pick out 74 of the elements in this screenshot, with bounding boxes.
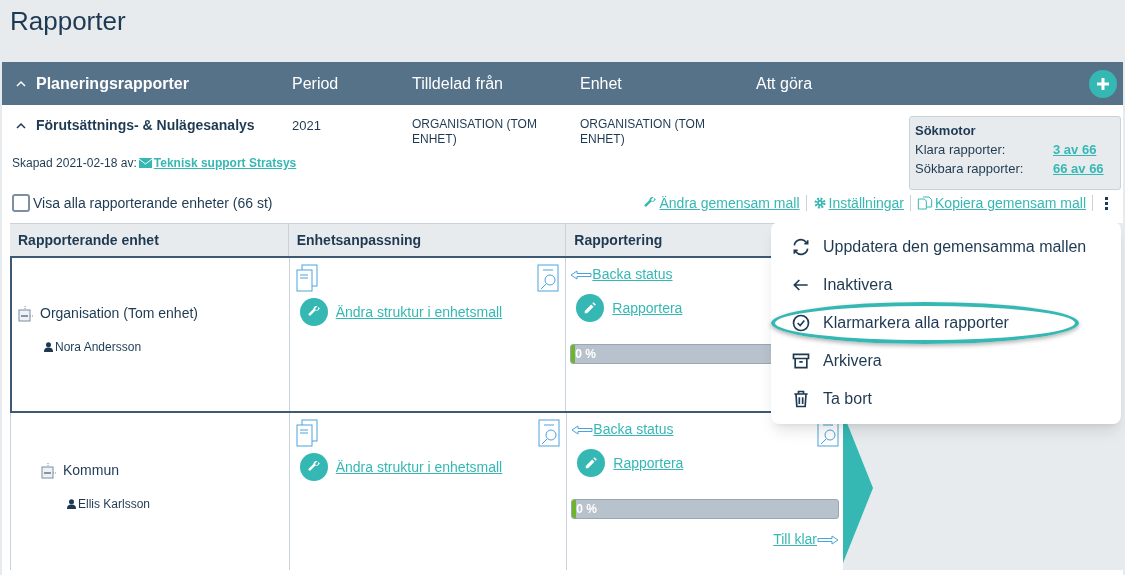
person-name: Nora Andersson: [55, 339, 142, 356]
period-value: 2021: [292, 118, 321, 133]
unit-name[interactable]: Kommun: [63, 460, 120, 481]
collapse-node-icon[interactable]: [41, 462, 57, 479]
back-status-link[interactable]: Backa status: [593, 419, 674, 440]
arrow-right-icon: [817, 534, 839, 545]
pencil-icon: [576, 294, 605, 322]
column-header: Rapporterande enhet: [18, 230, 159, 250]
collapse-node-icon[interactable]: [18, 305, 34, 322]
check-circle-icon: [791, 313, 811, 333]
unit-value: ORGANISATION (TOM ENHET): [580, 117, 705, 146]
column-header: Rapportering: [574, 230, 663, 250]
person-icon: [44, 342, 53, 352]
menu-item[interactable]: Klarmarkera alla rapporter: [771, 304, 1121, 342]
menu-label: Klarmarkera alla rapporter: [823, 313, 1009, 333]
action-link[interactable]: Kopiera gemensam mall: [935, 192, 1086, 214]
copy-icon: [917, 196, 934, 210]
person-icon: [67, 499, 76, 509]
arrow-left-icon: [571, 424, 594, 435]
created-label: Skapad 2021-02-18 av:: [12, 155, 137, 172]
adapt-link[interactable]: Ändra struktur i enhetsmall: [335, 456, 503, 478]
stat-label: Klara rapporter:: [915, 141, 1007, 159]
action-link[interactable]: Ändra gemensam mall: [659, 192, 800, 214]
plus-icon: [1096, 76, 1110, 91]
back-status-link[interactable]: Backa status: [592, 264, 673, 285]
menu-item[interactable]: Ta bort: [771, 380, 1121, 418]
panel-title: Sökmotor: [915, 122, 977, 140]
mail-icon: [138, 158, 152, 168]
documents-icon[interactable]: [295, 419, 318, 447]
creator-link[interactable]: Teknisk support Stratsys: [153, 154, 297, 172]
menu-item[interactable]: Uppdatera den gemensamma mallen: [771, 228, 1121, 266]
column-header: Period: [292, 74, 339, 92]
checkbox[interactable]: [12, 194, 30, 212]
column-header: Planeringsrapporter: [36, 73, 189, 94]
caret-icon[interactable]: [16, 121, 26, 130]
report-link[interactable]: Rapportera: [612, 297, 683, 319]
report-name: Förutsättnings- & Nulägesanalys: [36, 116, 255, 135]
assigned-from-value: ORGANISATION (TOM ENHET): [412, 117, 537, 146]
report-link[interactable]: Rapportera: [613, 452, 684, 474]
wrench-icon: [299, 298, 328, 326]
menu-label: Inaktivera: [823, 275, 893, 295]
checkbox-label: Visa alla rapporterande enheter (66 st): [33, 193, 273, 213]
documents-icon[interactable]: [295, 264, 318, 292]
column-header: Att göra: [756, 74, 813, 92]
menu-label: Arkivera: [823, 351, 882, 371]
stat-link[interactable]: 66 av 66: [1053, 159, 1104, 178]
menu-item[interactable]: Arkivera: [771, 342, 1121, 380]
action-link[interactable]: Inställningar: [828, 192, 905, 214]
menu-label: Uppdatera den gemensamma mallen: [823, 237, 1087, 257]
add-button[interactable]: [1089, 69, 1117, 98]
menu-label: Ta bort: [823, 389, 872, 409]
archive-icon: [791, 351, 811, 371]
refresh-icon: [791, 237, 811, 257]
trash-icon: [791, 389, 811, 409]
progress-label: 0 %: [576, 501, 598, 518]
document-search-icon[interactable]: [538, 419, 561, 447]
page-title: Rapporter: [10, 5, 126, 38]
menu-item[interactable]: Inaktivera: [771, 266, 1121, 304]
wrench-icon: [643, 196, 658, 210]
person-name: Ellis Karlsson: [78, 496, 151, 513]
column-header: Tilldelad från: [412, 74, 503, 92]
unit-name[interactable]: Organisation (Tom enhet): [40, 303, 198, 324]
arrow-left-icon: [570, 269, 593, 280]
pencil-icon: [577, 449, 606, 477]
wrench-icon: [299, 453, 328, 481]
progress-label: 0 %: [575, 346, 597, 363]
column-header: Enhetsanpassning: [296, 230, 422, 250]
document-search-icon[interactable]: [537, 264, 560, 292]
gear-icon: [812, 196, 827, 210]
column-header: Enhet: [580, 74, 622, 92]
stat-label: Sökbara rapporter:: [915, 160, 1025, 178]
adapt-link[interactable]: Ändra struktur i enhetsmall: [335, 301, 503, 323]
done-link[interactable]: Till klar: [773, 529, 817, 550]
stat-link[interactable]: 3 av 66: [1053, 140, 1097, 159]
